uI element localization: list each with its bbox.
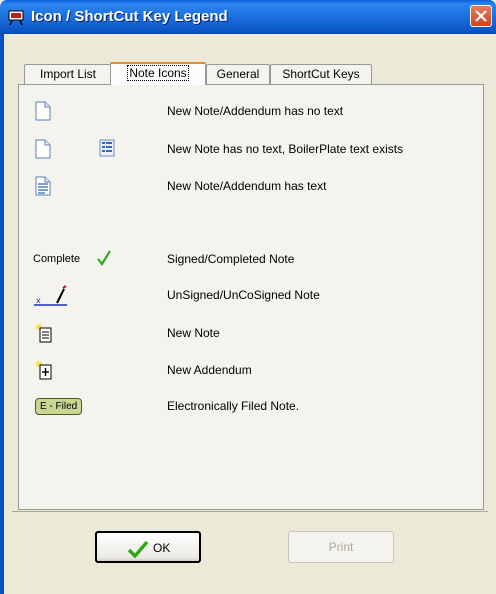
tab-label: ShortCut Keys: [282, 67, 360, 81]
ok-button[interactable]: OK: [95, 531, 201, 563]
window-frame: [0, 34, 4, 594]
legend-label: UnSigned/UnCoSigned Note: [167, 288, 320, 302]
title-bar[interactable]: Icon / ShortCut Key Legend: [0, 0, 496, 34]
green-check-icon: [97, 250, 111, 266]
list-item: New Addendum: [19, 360, 483, 382]
list-item: New Note/Addendum has no text: [19, 101, 483, 123]
ok-label: OK: [153, 541, 171, 555]
text-note-icon: [35, 176, 51, 196]
legend-label: New Addendum: [167, 363, 252, 377]
print-button[interactable]: Print: [288, 531, 394, 563]
legend-label: New Note/Addendum has text: [167, 179, 327, 193]
list-item: New Note has no text, BoilerPlate text e…: [19, 139, 483, 161]
unsigned-pen-icon: x: [34, 285, 67, 306]
print-label: Print: [328, 540, 354, 554]
svg-text:x: x: [36, 296, 41, 305]
legend-label: New Note: [167, 326, 220, 340]
tab-label: Note Icons: [127, 65, 189, 81]
tab-import-list[interactable]: Import List: [24, 64, 112, 84]
legend-label: Electronically Filed Note.: [167, 399, 300, 413]
new-note-icon: [36, 324, 52, 343]
blank-note-icon: [35, 139, 51, 159]
panel-divider: [12, 511, 488, 512]
boilerplate-icon: [99, 139, 115, 157]
list-item: Complete Signed/Completed Note: [19, 249, 483, 271]
tab-general[interactable]: General: [206, 64, 270, 84]
window-title: Icon / ShortCut Key Legend: [31, 8, 228, 25]
complete-text: Complete: [33, 253, 81, 265]
legend-label: New Note/Addendum has no text: [167, 104, 344, 118]
legend-label: New Note has no text, BoilerPlate text e…: [167, 142, 404, 156]
close-button[interactable]: [470, 5, 492, 27]
new-addendum-icon: [36, 361, 52, 380]
list-item: New Note: [19, 323, 483, 345]
tab-note-icons[interactable]: Note Icons: [110, 62, 206, 85]
app-icon: [8, 10, 24, 26]
list-item: E - Filed Electronically Filed Note.: [19, 396, 483, 418]
legend-label: Signed/Completed Note: [167, 252, 295, 266]
e-filed-badge: E - Filed: [35, 398, 83, 415]
tab-label: Import List: [39, 67, 96, 81]
check-icon: [127, 540, 149, 558]
close-icon: [475, 10, 487, 22]
tab-label: General: [216, 67, 260, 81]
list-item: New Note/Addendum has text: [19, 176, 483, 198]
blank-note-icon: [35, 101, 51, 121]
tab-shortcut-keys[interactable]: ShortCut Keys: [270, 64, 372, 84]
legend-dialog: Icon / ShortCut Key Legend Import List N…: [0, 0, 496, 594]
list-item: x UnSigned/UnCoSigned Note: [19, 285, 483, 307]
note-icons-panel: New Note/Addendum has no text New Note h…: [18, 84, 484, 510]
